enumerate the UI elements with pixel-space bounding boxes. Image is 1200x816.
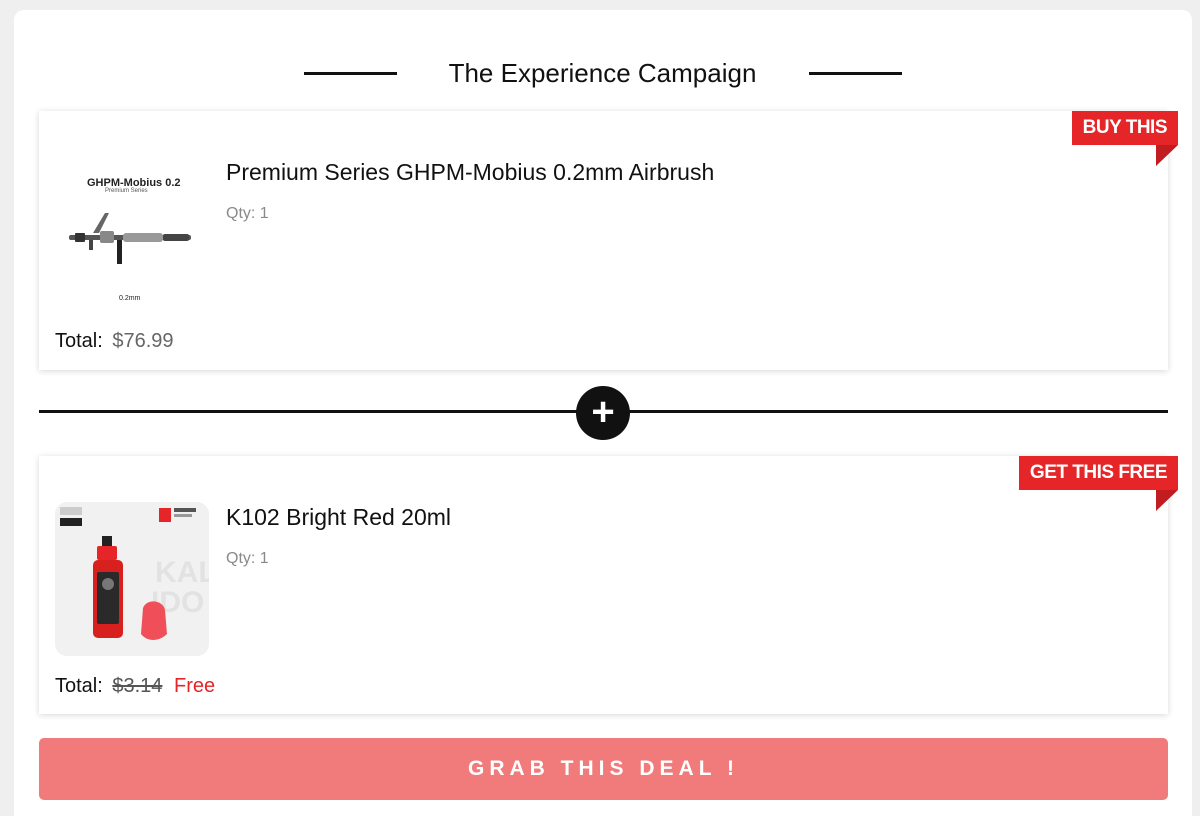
total-label: Total: (55, 330, 103, 352)
grab-deal-button[interactable]: GRAB THIS DEAL ! (39, 738, 1168, 800)
airbrush-product-image[interactable]: GHPM-Mobius 0.2 Premium Series 0.2mm (55, 161, 209, 315)
campaign-title: The Experience Campaign (448, 58, 757, 88)
thumb-caption: 0.2mm (119, 295, 141, 302)
product-total: Total: $3.14 Free (55, 675, 215, 698)
paint-bottle-icon: KAL IDO (60, 507, 217, 640)
total-price: $76.99 (112, 330, 174, 352)
main-product-card: BUY THIS GHPM-Mobius 0.2 Premium Series … (39, 111, 1178, 370)
campaign-header: The Experience Campaign (0, 52, 1200, 96)
ribbon-fold (1156, 145, 1178, 166)
svg-text:KAL: KAL (155, 556, 209, 589)
get-this-free-ribbon: GET THIS FREE (1018, 456, 1178, 490)
product-qty: Qty: 1 (226, 550, 269, 567)
product-name[interactable]: K102 Bright Red 20ml (226, 504, 451, 531)
free-label: Free (174, 675, 216, 697)
product-name[interactable]: Premium Series GHPM-Mobius 0.2mm Airbrus… (226, 159, 714, 186)
paint-bottle-product-image[interactable]: KAL IDO (55, 502, 217, 656)
buy-this-ribbon: BUY THIS (1071, 111, 1178, 145)
product-total: Total: $76.99 (55, 330, 174, 353)
thumb-subtitle: Premium Series (105, 188, 148, 194)
original-price: $3.14 (112, 675, 163, 697)
ribbon-fold (1156, 490, 1178, 511)
airbrush-icon (69, 213, 191, 264)
total-label: Total: (55, 675, 103, 697)
product-qty: Qty: 1 (226, 205, 269, 222)
title-rule-right (809, 72, 902, 75)
free-product-card: GET THIS FREE KAL IDO K102 Bright Red 20… (39, 456, 1178, 714)
plus-icon: + (576, 386, 630, 440)
